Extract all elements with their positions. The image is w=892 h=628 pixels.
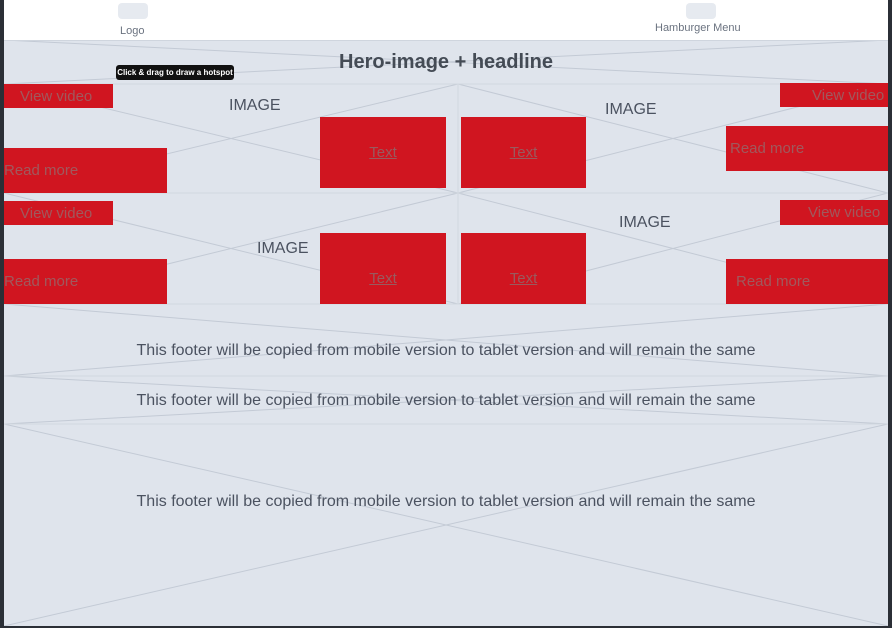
- section1-read-more-right-button[interactable]: Read more: [726, 126, 888, 171]
- section1-text-b-label: Text: [509, 144, 538, 161]
- section2-image-right-label: IMAGE: [619, 214, 671, 231]
- hotspot-tooltip: Click & drag to draw a hotspot: [116, 65, 234, 80]
- section2-text-a-label: Text: [369, 270, 397, 287]
- section1-image-right-label: IMAGE: [605, 101, 657, 118]
- section2-image-left-label: IMAGE: [257, 240, 309, 257]
- footer-text-2: This footer will be copied from mobile v…: [136, 392, 756, 409]
- section1-image-left-label: IMAGE: [229, 97, 281, 114]
- site-header: Logo Hamburger Menu: [4, 0, 888, 41]
- section2-text-block-b[interactable]: Text: [461, 233, 586, 304]
- section2-read-more-left-button[interactable]: Read more: [4, 259, 167, 304]
- footer-text-1: This footer will be copied from mobile v…: [136, 342, 756, 359]
- section2-view-video-left-button[interactable]: View video: [4, 201, 113, 225]
- logo-placeholder[interactable]: [118, 3, 148, 19]
- section2-text-block-a[interactable]: Text: [320, 233, 446, 304]
- section2-read-more-right-button[interactable]: Read more: [726, 259, 888, 304]
- section1-view-video-right-button[interactable]: View video: [780, 83, 888, 107]
- section2-view-video-right-button[interactable]: View video: [780, 200, 888, 225]
- section1-text-a-label: Text: [369, 144, 397, 161]
- section2-text-b-label: Text: [509, 270, 538, 287]
- logo-label: Logo: [120, 25, 145, 37]
- section1-read-more-left-button[interactable]: Read more: [4, 148, 167, 193]
- section1-text-block-b[interactable]: Text: [461, 117, 586, 188]
- hamburger-menu-icon[interactable]: [686, 3, 716, 19]
- hamburger-menu-label: Hamburger Menu: [655, 22, 741, 34]
- wireframe-canvas: Logo Hamburger Menu Hero-image + headlin…: [4, 0, 888, 626]
- section1-text-block-a[interactable]: Text: [320, 117, 446, 188]
- section1-view-video-left-button[interactable]: View video: [4, 84, 113, 108]
- footer-text-3: This footer will be copied from mobile v…: [136, 493, 756, 510]
- placeholder-lines: [4, 39, 888, 626]
